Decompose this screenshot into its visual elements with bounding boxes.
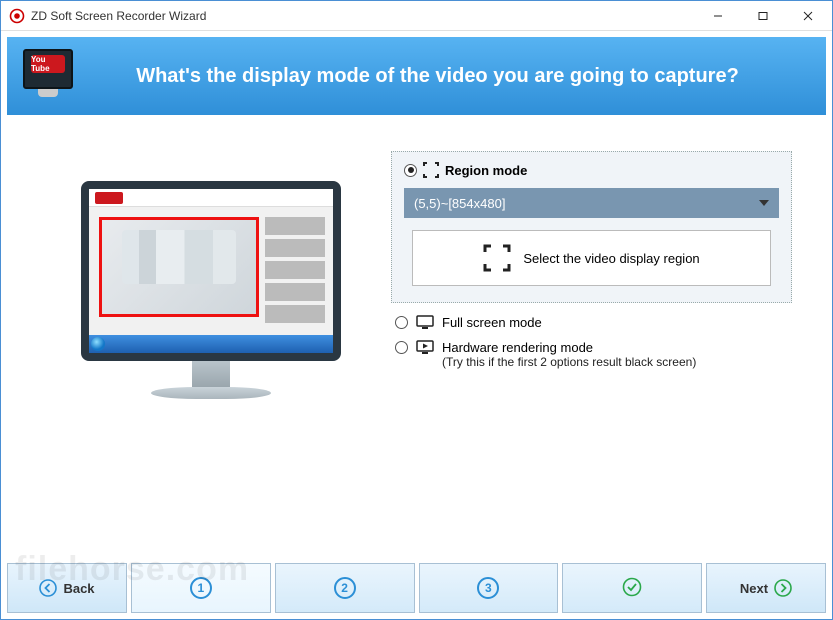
options-column: Region mode (5,5)~[854x480] Select the v…: [381, 151, 792, 531]
arrow-left-circle-icon: [39, 579, 57, 597]
maximize-button[interactable]: [740, 2, 785, 30]
app-icon: [9, 8, 25, 24]
region-size-value: (5,5)~[854x480]: [414, 196, 505, 211]
dropdown-caret-icon: [759, 200, 769, 206]
window-controls: [695, 2, 830, 30]
hardware-rendering-option[interactable]: Hardware rendering mode (Try this if the…: [395, 340, 792, 369]
youtube-badge-icon: You Tube: [31, 55, 65, 73]
monitor-illustration: [81, 181, 341, 399]
step-1[interactable]: 1: [131, 563, 271, 613]
preview-column: [41, 151, 381, 531]
next-button[interactable]: Next: [706, 563, 826, 613]
wizard-content: Region mode (5,5)~[854x480] Select the v…: [1, 121, 832, 541]
window-title: ZD Soft Screen Recorder Wizard: [31, 9, 695, 23]
close-button[interactable]: [785, 2, 830, 30]
region-mode-label: Region mode: [445, 163, 527, 178]
region-size-dropdown[interactable]: (5,5)~[854x480]: [404, 188, 779, 218]
next-label: Next: [740, 581, 768, 596]
select-region-button[interactable]: Select the video display region: [412, 230, 771, 286]
select-region-corners-icon: [483, 244, 511, 272]
wizard-footer: Back 1 2 3 Next: [7, 563, 826, 613]
fullscreen-label: Full screen mode: [442, 315, 542, 330]
radio-fullscreen[interactable]: [395, 316, 408, 329]
step-finish[interactable]: [562, 563, 702, 613]
back-label: Back: [63, 581, 94, 596]
step-2-badge: 2: [334, 577, 356, 599]
check-circle-icon: [622, 577, 642, 600]
step-1-badge: 1: [190, 577, 212, 599]
region-mode-group: Region mode (5,5)~[854x480] Select the v…: [391, 151, 792, 303]
back-button[interactable]: Back: [7, 563, 127, 613]
region-highlight-illustration: [99, 217, 259, 317]
header-monitor-icon: You Tube: [23, 49, 79, 103]
app-window: ZD Soft Screen Recorder Wizard You Tube …: [0, 0, 833, 620]
region-mode-option[interactable]: Region mode: [404, 162, 779, 178]
radio-region-mode[interactable]: [404, 164, 417, 177]
wizard-heading: What's the display mode of the video you…: [95, 65, 810, 88]
hardware-label: Hardware rendering mode: [442, 340, 696, 355]
monitor-play-icon: [416, 340, 434, 354]
fullscreen-option[interactable]: Full screen mode: [395, 315, 792, 330]
monitor-icon: [416, 315, 434, 329]
region-corners-icon: [423, 162, 439, 178]
hardware-hint: (Try this if the first 2 options result …: [442, 355, 696, 369]
radio-hardware[interactable]: [395, 341, 408, 354]
wizard-header: You Tube What's the display mode of the …: [7, 37, 826, 115]
step-2[interactable]: 2: [275, 563, 415, 613]
select-region-label: Select the video display region: [523, 251, 699, 266]
titlebar: ZD Soft Screen Recorder Wizard: [1, 1, 832, 31]
arrow-right-circle-icon: [774, 579, 792, 597]
minimize-button[interactable]: [695, 2, 740, 30]
step-3[interactable]: 3: [419, 563, 559, 613]
step-3-badge: 3: [477, 577, 499, 599]
